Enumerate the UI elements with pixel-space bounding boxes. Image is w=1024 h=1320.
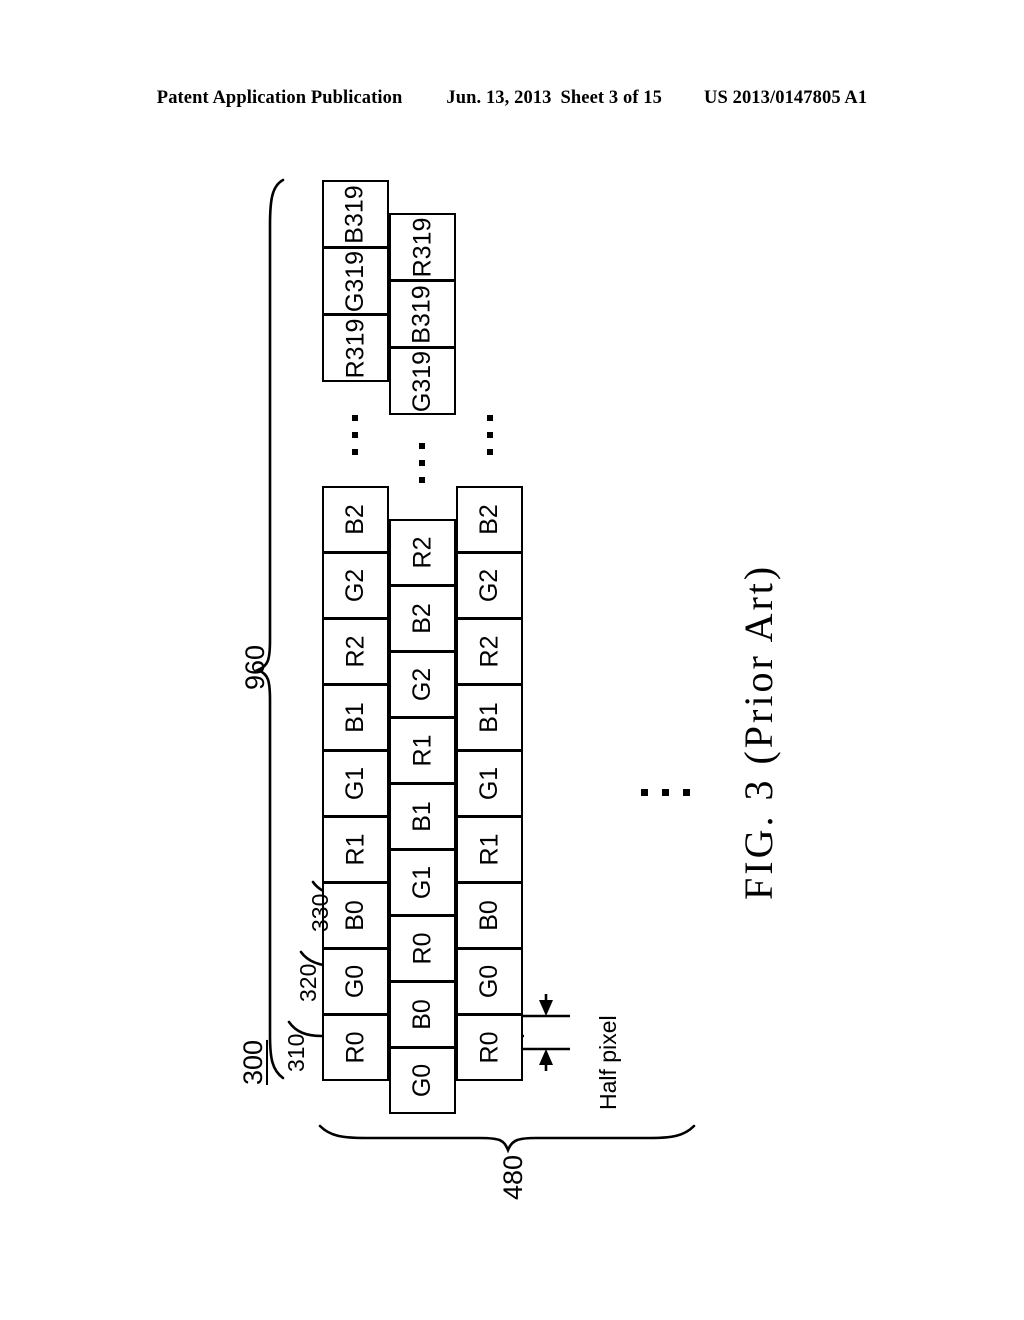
figure-caption: FIG. 3 (Prior Art) xyxy=(736,563,781,900)
figure-caption-wrapper: FIG. 3 (Prior Art) xyxy=(0,0,1024,1320)
patent-figure-page: Patent Application Publication Jun. 13, … xyxy=(0,0,1024,1320)
